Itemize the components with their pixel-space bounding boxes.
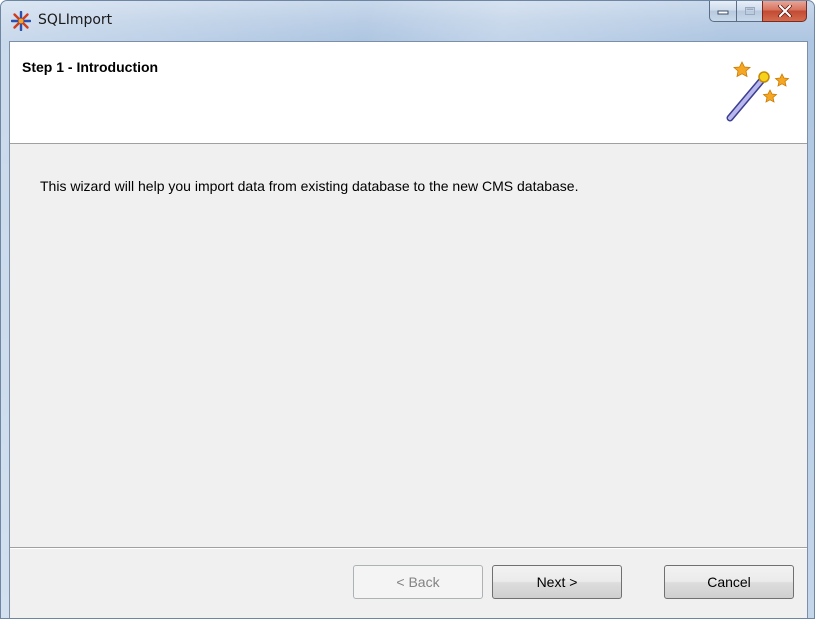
window-title: SQLImport (38, 12, 113, 28)
maximize-icon (744, 7, 755, 15)
minimize-icon (717, 10, 729, 15)
minimize-button[interactable] (709, 1, 736, 22)
close-icon (777, 5, 792, 17)
intro-text: This wizard will help you import data fr… (40, 178, 579, 194)
caption-buttons (709, 1, 807, 22)
wizard-header-panel: Step 1 - Introduction (10, 42, 807, 144)
step-title: Step 1 - Introduction (22, 59, 159, 75)
footer-divider (10, 547, 807, 549)
close-button[interactable] (762, 1, 807, 22)
magic-wand-icon (726, 61, 790, 122)
wizard-client-area: Step 1 - Introduction This wizard will h… (9, 41, 808, 618)
cancel-button[interactable]: Cancel (664, 565, 794, 599)
back-button[interactable]: < Back (353, 565, 483, 599)
next-button[interactable]: Next > (492, 565, 622, 599)
title-bar[interactable]: SQLImport (1, 1, 814, 41)
maximize-button[interactable] (736, 1, 762, 22)
sqlimport-window: SQLImport Step 1 - Introduction This wiz… (0, 0, 815, 619)
snowflake-app-icon (11, 11, 31, 31)
